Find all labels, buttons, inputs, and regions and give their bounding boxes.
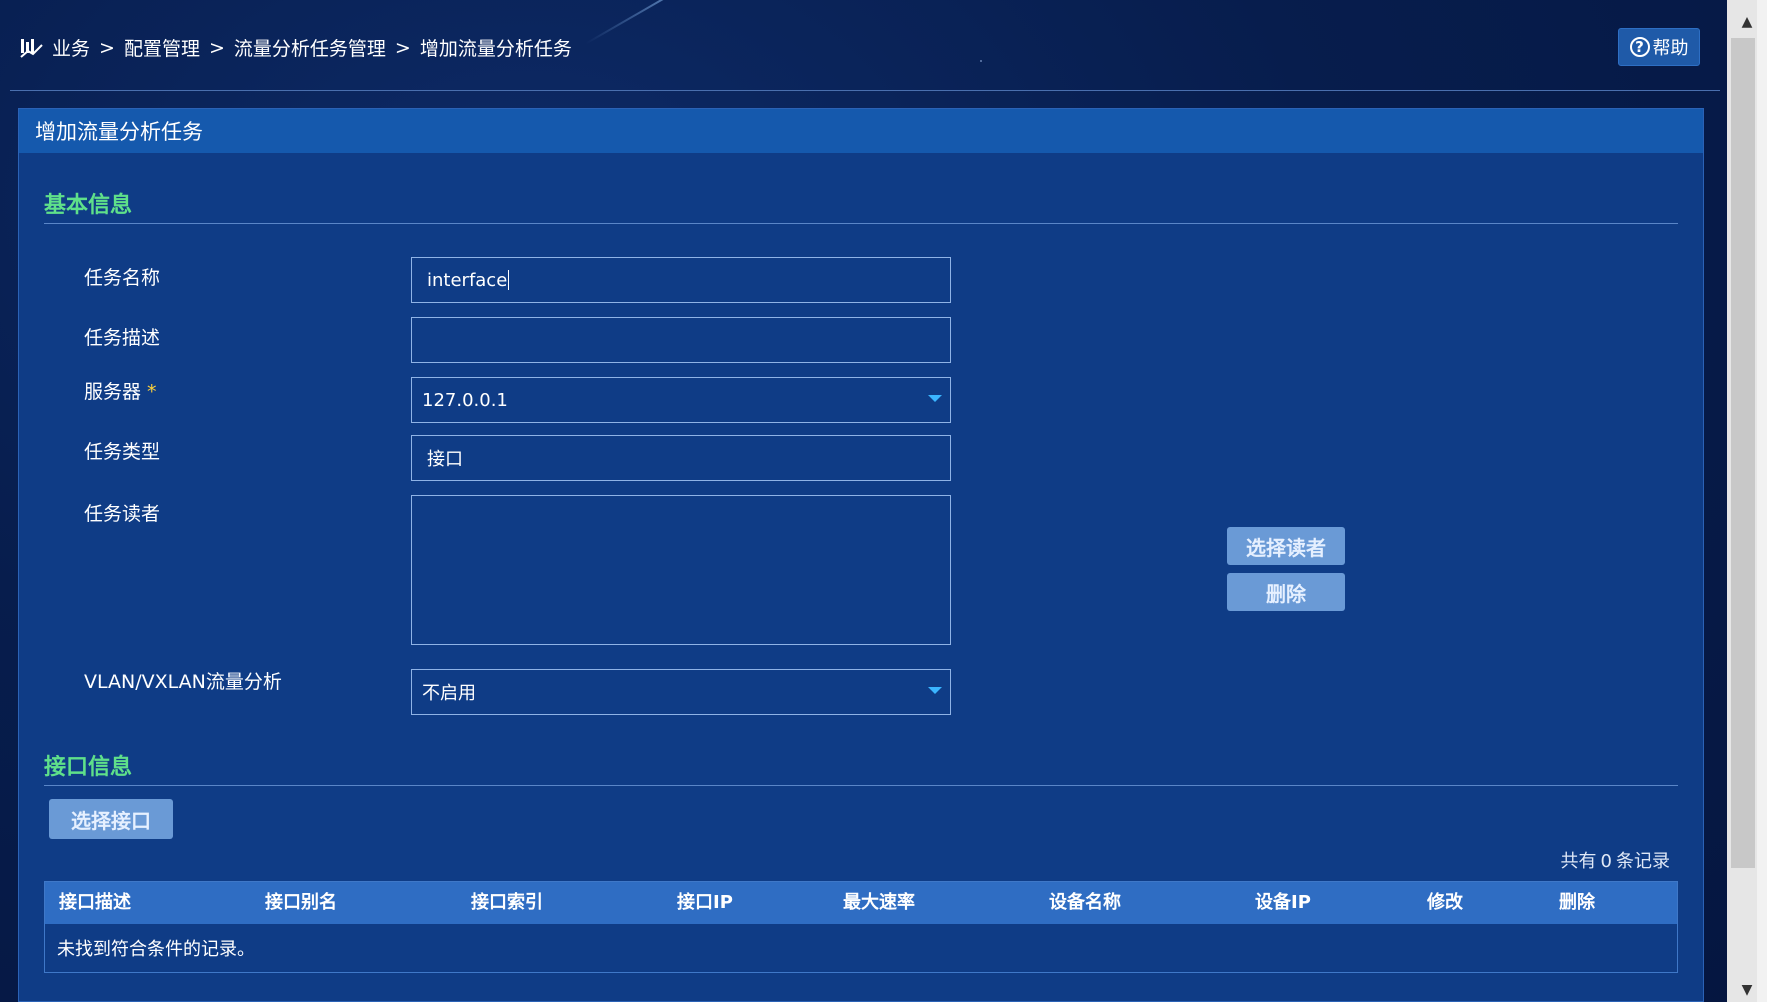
record-suffix: 条记录 — [1616, 851, 1670, 872]
record-count: 共有 0 条记录 — [1561, 847, 1670, 873]
select-interface-button[interactable]: 选择接口 — [49, 799, 173, 839]
breadcrumb-item-current: 增加流量分析任务 — [419, 38, 572, 60]
task-type-label: 任务类型 — [84, 441, 161, 463]
task-desc-label: 任务描述 — [84, 327, 161, 349]
question-icon: ? — [1629, 37, 1650, 57]
add-task-panel: 增加流量分析任务 基本信息 任务名称 interface 任务描述 服务器 * 1… — [18, 108, 1704, 1002]
task-type-value: 接口 — [427, 449, 463, 470]
empty-row: 未找到符合条件的记录。 — [45, 924, 1677, 972]
text-cursor — [508, 270, 510, 290]
task-name-value: interface — [427, 269, 508, 291]
column-header: 删除 — [1559, 892, 1595, 913]
breadcrumb: 业务 > 配置管理 > 流量分析任务管理 > 增加流量分析任务 — [20, 34, 572, 61]
help-button[interactable]: ? 帮助 — [1618, 28, 1700, 66]
column-header: 接口IP — [677, 892, 733, 913]
scroll-down-icon[interactable]: ▼ — [1733, 980, 1761, 1000]
vlan-select[interactable]: 不启用 — [411, 669, 951, 715]
column-header: 修改 — [1427, 892, 1463, 913]
panel-title: 增加流量分析任务 — [19, 109, 1703, 153]
task-desc-input[interactable] — [411, 317, 951, 363]
breadcrumb-separator: > — [208, 36, 225, 59]
task-name-input[interactable]: interface — [411, 257, 951, 303]
table-header: 接口描述 接口别名 接口索引 接口IP 最大速率 设备名称 设备IP 修改 删除 — [45, 882, 1677, 924]
help-label: 帮助 — [1652, 38, 1689, 59]
delete-reader-button[interactable]: 删除 — [1227, 573, 1345, 611]
section-divider — [44, 223, 1678, 224]
column-header: 接口描述 — [59, 892, 131, 913]
chevron-down-icon — [928, 687, 942, 694]
task-reader-label: 任务读者 — [84, 503, 161, 525]
server-select[interactable]: 127.0.0.1 — [411, 377, 951, 423]
interface-table: 接口描述 接口别名 接口索引 接口IP 最大速率 设备名称 设备IP 修改 删除… — [44, 881, 1678, 973]
task-name-label: 任务名称 — [84, 267, 161, 289]
task-reader-textarea[interactable] — [411, 495, 951, 645]
server-selected-value: 127.0.0.1 — [422, 389, 508, 411]
required-mark: * — [147, 381, 157, 403]
scrollbar-track — [1757, 0, 1767, 1002]
breadcrumb-separator: > — [394, 36, 411, 59]
vlan-label: VLAN/VXLAN流量分析 — [84, 671, 282, 693]
column-header: 接口索引 — [471, 892, 543, 913]
section-divider — [44, 785, 1678, 786]
column-header: 接口别名 — [265, 892, 337, 913]
task-type-input[interactable]: 接口 — [411, 435, 951, 481]
record-prefix: 共有 — [1560, 851, 1597, 872]
breadcrumb-separator: > — [99, 36, 115, 59]
column-header: 设备IP — [1255, 892, 1311, 913]
top-bar: 业务 > 配置管理 > 流量分析任务管理 > 增加流量分析任务 ? 帮助 — [10, 0, 1720, 91]
vlan-selected-value: 不启用 — [422, 683, 476, 704]
server-label-text: 服务器 — [84, 381, 142, 403]
chart-icon — [20, 38, 43, 58]
breadcrumb-item-config[interactable]: 配置管理 — [124, 34, 200, 61]
select-reader-button[interactable]: 选择读者 — [1227, 527, 1345, 565]
column-header: 设备名称 — [1049, 892, 1121, 913]
server-label: 服务器 * — [84, 377, 157, 404]
scrollbar-thumb[interactable] — [1731, 38, 1755, 868]
interface-info-title: 接口信息 — [44, 755, 133, 780]
chevron-down-icon — [928, 395, 942, 402]
record-number: 0 — [1600, 851, 1612, 872]
vertical-scrollbar[interactable]: ▲ ▼ — [1727, 0, 1767, 1002]
breadcrumb-item-business[interactable]: 业务 — [52, 34, 90, 61]
breadcrumb-item-task-management[interactable]: 流量分析任务管理 — [234, 34, 386, 61]
basic-info-title: 基本信息 — [44, 193, 133, 218]
column-header: 最大速率 — [843, 892, 915, 913]
